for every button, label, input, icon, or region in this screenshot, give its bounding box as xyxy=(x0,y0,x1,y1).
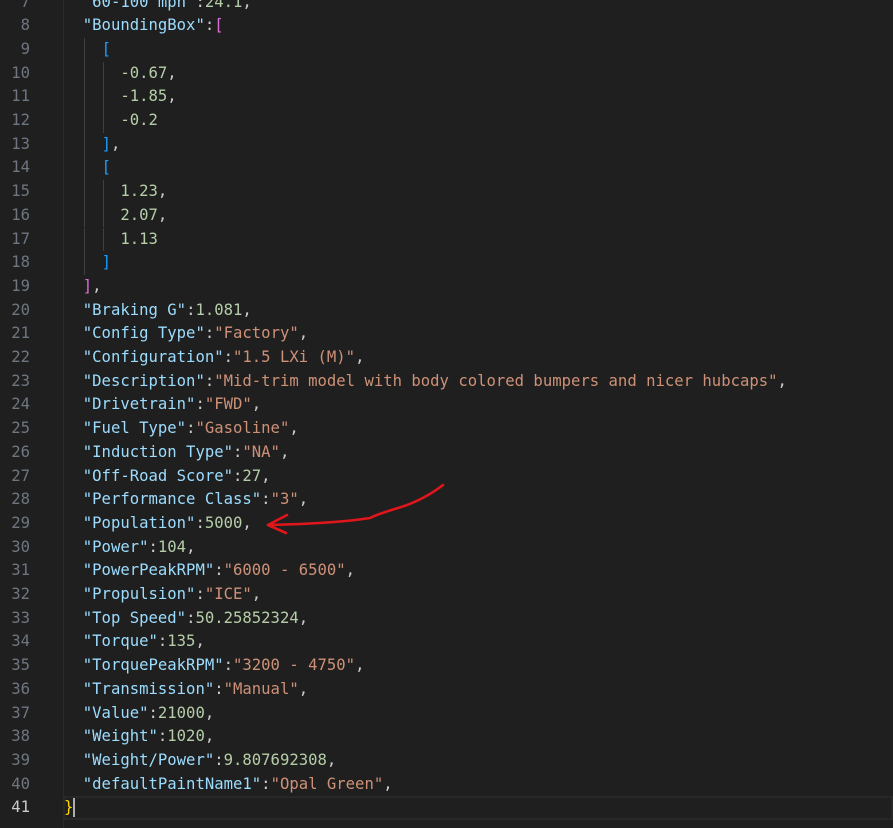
red-arrow-annotation xyxy=(266,483,445,535)
annotation-layer xyxy=(266,483,445,535)
code-editor[interactable]: 7 "60-100 mph":24.1, 8 "BoundingBox":[9 [… xyxy=(0,0,893,828)
